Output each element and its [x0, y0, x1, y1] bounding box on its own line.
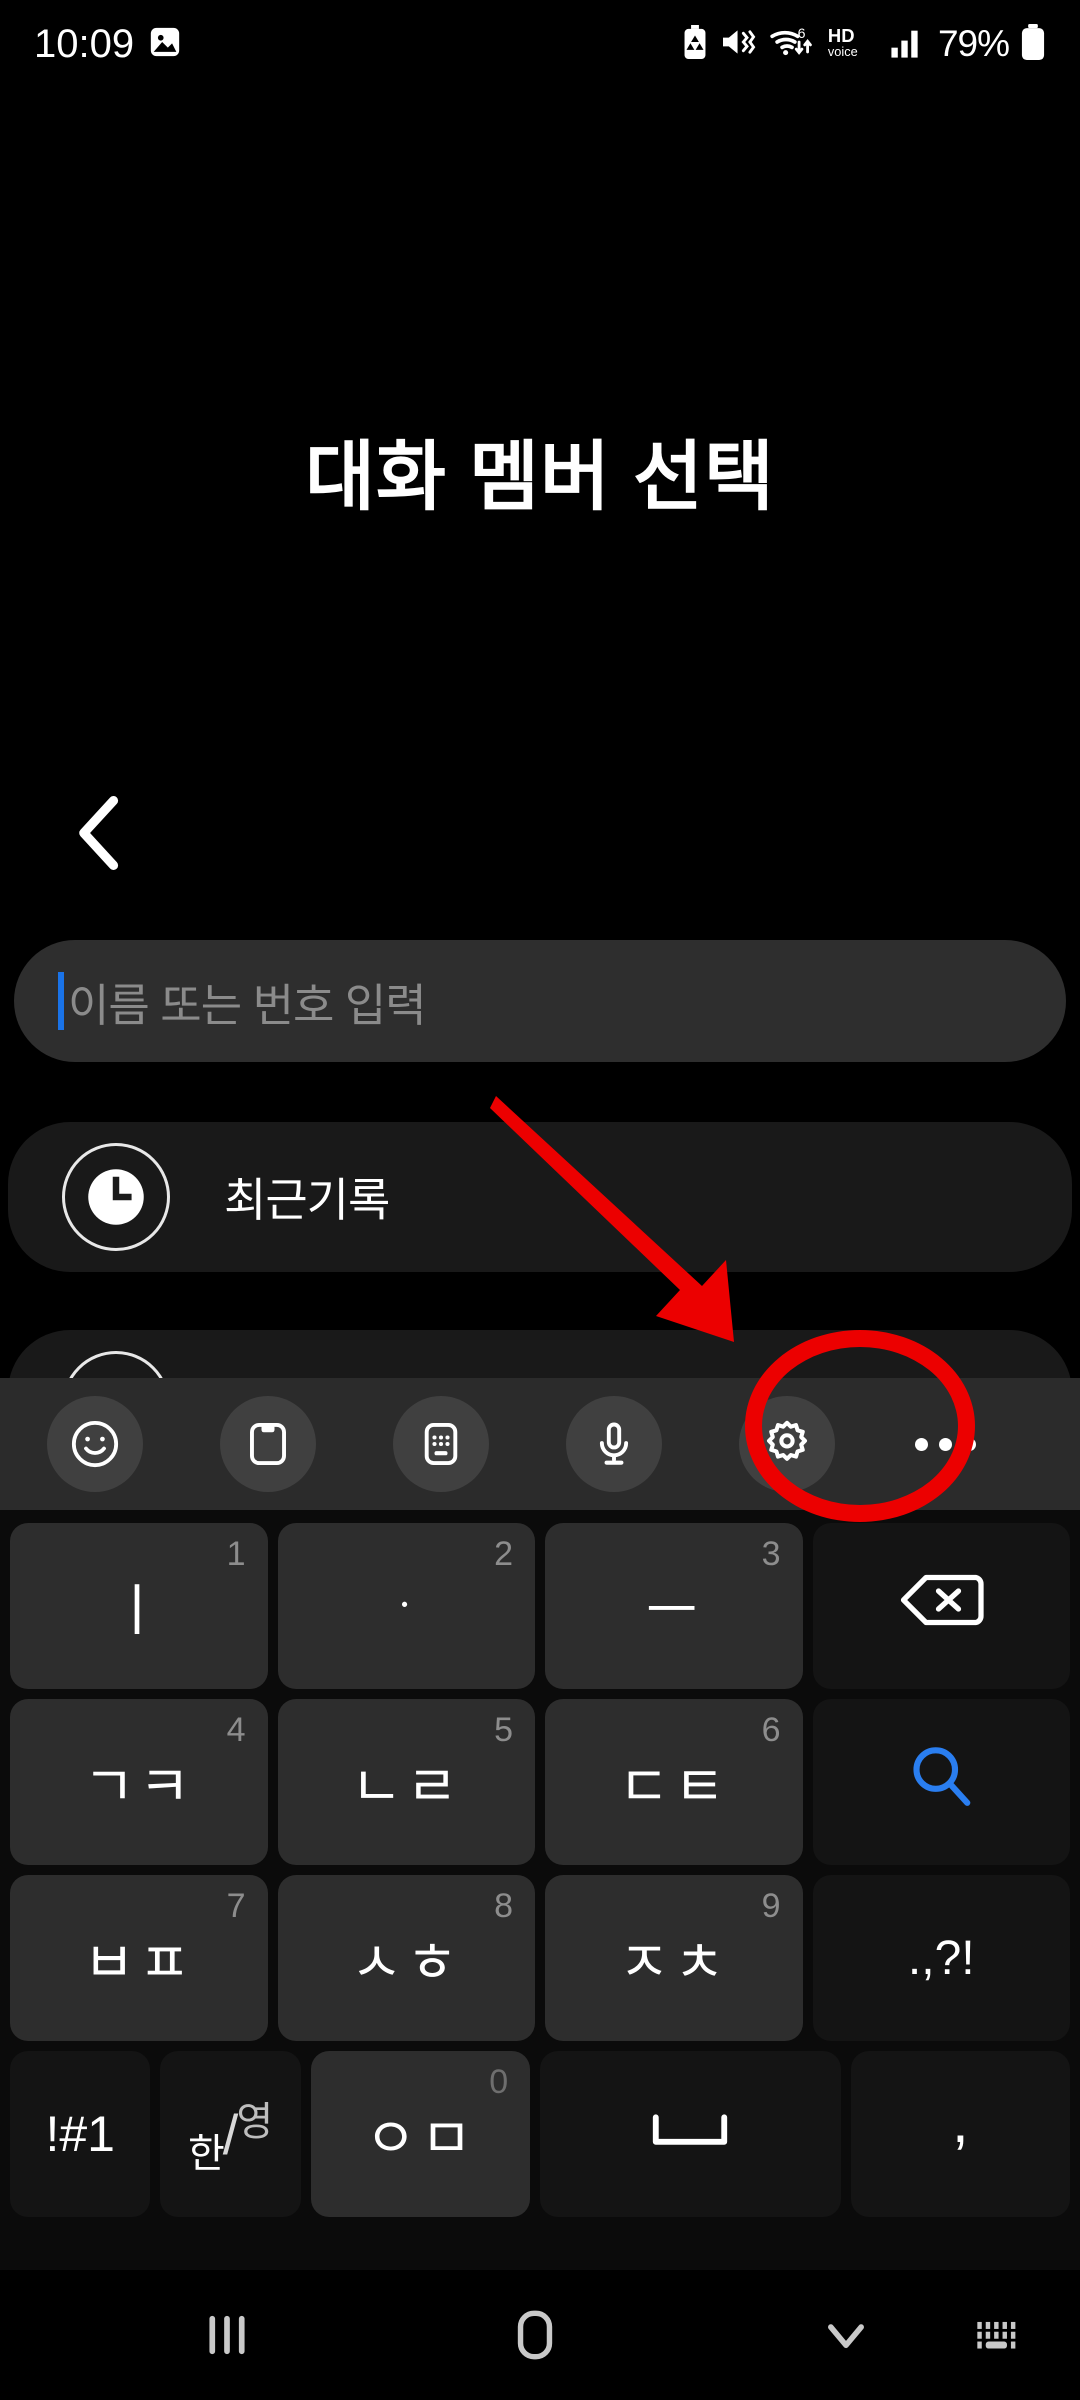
key-bieup-pieup[interactable]: ㅂㅍ 7	[10, 1875, 268, 2041]
status-bar: 10:09 6 HD voice 79%	[0, 0, 1080, 88]
battery-icon	[1020, 23, 1046, 65]
search-placeholder: 이름 또는 번호 입력	[68, 979, 427, 1031]
svg-text:HD: HD	[828, 25, 855, 46]
key-number: 2	[494, 1535, 513, 1573]
keyboard-row: !#1 한 / 영 ㅇㅁ 0 ,	[5, 2046, 1075, 2222]
battery-percent: 79%	[937, 23, 1010, 64]
keyboard-switch-icon[interactable]	[968, 2307, 1024, 2363]
more-dot	[962, 1437, 976, 1451]
key-label: ㅅㅎ	[350, 1930, 462, 1994]
battery-saver-icon	[681, 24, 709, 64]
key-label: .,?!	[907, 1931, 975, 1985]
key-number: 9	[761, 1887, 781, 1925]
key-ieung-mieum[interactable]: ㅇㅁ 0	[310, 2051, 531, 2217]
keyboard-row: ㄱㅋ 4 ㄴㄹ 5 ㄷㅌ 6	[5, 1694, 1075, 1870]
mute-vibrate-icon	[720, 26, 758, 63]
more-dot	[914, 1437, 928, 1451]
key-number: 3	[761, 1535, 781, 1573]
navigation-bar	[0, 2270, 1080, 2400]
key-jieut-chieut[interactable]: ㅈㅊ 9	[545, 1875, 803, 2041]
key-language-toggle[interactable]: 한 / 영	[160, 2051, 301, 2217]
emoji-icon[interactable]	[47, 1396, 143, 1492]
space-icon	[647, 2102, 733, 2167]
recent-apps-icon[interactable]	[196, 2304, 258, 2366]
signal-bars-icon	[889, 25, 925, 64]
key-vowel-dot[interactable]: ㆍ 2	[277, 1523, 535, 1689]
more-dot	[938, 1437, 952, 1451]
lang-korean: 한	[187, 2132, 225, 2176]
key-vowel-i[interactable]: ㅣ 1	[10, 1523, 268, 1689]
status-bar-right: 6 HD voice 79%	[681, 23, 1046, 65]
clock-icon	[62, 1143, 170, 1251]
search-icon	[906, 1741, 976, 1824]
key-comma[interactable]: ,	[850, 2051, 1071, 2217]
microphone-icon[interactable]	[566, 1396, 662, 1492]
key-siot-hieut[interactable]: ㅅㅎ 8	[277, 1875, 535, 2041]
keyboard-row: ㅣ 1 ㆍ 2 ㅡ 3	[5, 1518, 1075, 1694]
list-item-recent[interactable]: 최근기록	[8, 1122, 1072, 1272]
key-label: ㅣ	[110, 1578, 167, 1642]
wifi-6-data-icon: 6	[769, 25, 815, 64]
key-label: ㄴㄹ	[350, 1754, 462, 1818]
gear-icon[interactable]	[739, 1396, 835, 1492]
key-label: ㄷㅌ	[618, 1754, 730, 1818]
svg-text:voice: voice	[828, 44, 858, 59]
key-punctuation[interactable]: .,?!	[812, 1875, 1070, 2041]
key-giyeok-kieuk[interactable]: ㄱㅋ 4	[10, 1699, 268, 1865]
key-label: ㄱㅋ	[83, 1754, 195, 1818]
hd-voice-icon: HD voice	[826, 25, 878, 64]
list-item-label: 최근기록	[224, 1174, 390, 1226]
back-button[interactable]	[55, 790, 145, 880]
key-number: 7	[226, 1887, 246, 1925]
home-icon[interactable]	[504, 2304, 566, 2366]
key-label: !#1	[45, 2106, 115, 2162]
key-space[interactable]	[540, 2051, 841, 2217]
key-number: 1	[226, 1535, 246, 1573]
text-caret	[58, 972, 64, 1030]
key-search[interactable]	[812, 1699, 1070, 1865]
key-label: ,	[952, 2087, 969, 2155]
search-input[interactable]: 이름 또는 번호 입력	[14, 940, 1066, 1062]
backspace-icon	[898, 1570, 984, 1643]
key-number: 5	[494, 1711, 513, 1749]
key-label: ㅈㅊ	[618, 1930, 730, 1994]
status-bar-left: 10:09	[34, 22, 182, 67]
back-chevron-icon	[73, 795, 127, 876]
keyboard-row: ㅂㅍ 7 ㅅㅎ 8 ㅈㅊ 9 .,?!	[5, 1870, 1075, 2046]
key-number: 4	[226, 1711, 246, 1749]
keypad-icon[interactable]	[393, 1396, 489, 1492]
key-backspace[interactable]	[812, 1523, 1070, 1689]
key-number: 8	[494, 1887, 513, 1925]
keyboard-toolbar	[0, 1378, 1080, 1510]
key-vowel-eu[interactable]: ㅡ 3	[545, 1523, 803, 1689]
key-label: ㆍ	[385, 1584, 427, 1628]
key-digeut-tieut[interactable]: ㄷㅌ 6	[545, 1699, 803, 1865]
key-symbols[interactable]: !#1	[10, 2051, 151, 2217]
key-label: ㅇㅁ	[364, 2106, 476, 2170]
more-options-icon[interactable]	[897, 1396, 993, 1492]
key-label: ㅡ	[645, 1578, 702, 1642]
korean-cheonjiin-keyboard: ㅣ 1 ㆍ 2 ㅡ 3 ㄱㅋ 4 ㄴㄹ 5 ㄷㅌ 6 ㅂㅍ 7 ㅅㅎ 8 ㅈㅊ …	[0, 1510, 1080, 2270]
key-label: 한 / 영	[188, 2089, 273, 2179]
clipboard-icon[interactable]	[220, 1396, 316, 1492]
lang-english: 영	[236, 2100, 274, 2144]
key-label: ㅂㅍ	[83, 1930, 195, 1994]
key-number: 0	[489, 2063, 509, 2101]
key-number: 6	[761, 1711, 781, 1749]
gallery-image-icon	[148, 25, 182, 64]
svg-text:6: 6	[798, 25, 806, 41]
page-title: 대화 멤버 선택	[305, 435, 775, 520]
hide-keyboard-chevron-icon[interactable]	[818, 2307, 874, 2363]
status-time: 10:09	[34, 21, 135, 66]
phone-screen: 10:09 6 HD voice 79% 대화 멤버 선택 이름 또는 번호 입…	[0, 0, 1080, 2400]
key-nieun-rieul[interactable]: ㄴㄹ 5	[277, 1699, 535, 1865]
